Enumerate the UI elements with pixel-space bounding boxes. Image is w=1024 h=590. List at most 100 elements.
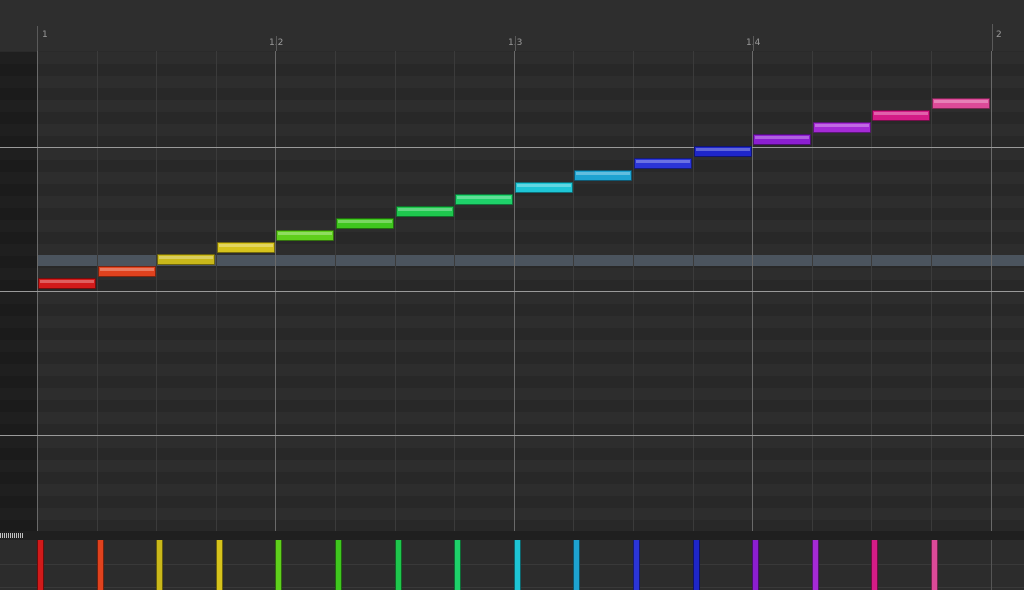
velocity-lane[interactable]	[0, 540, 1024, 590]
pitch-row[interactable]	[37, 304, 1024, 316]
pitch-row[interactable]	[37, 52, 1024, 64]
pitch-row[interactable]	[37, 520, 1024, 531]
pitch-row[interactable]	[37, 76, 1024, 88]
piano-key[interactable]	[0, 52, 37, 64]
velocity-bar[interactable]	[812, 540, 819, 590]
piano-key[interactable]	[0, 196, 37, 208]
midi-note[interactable]	[515, 182, 573, 193]
velocity-bar[interactable]	[395, 540, 402, 590]
piano-key[interactable]	[0, 292, 37, 304]
pitch-row[interactable]	[37, 436, 1024, 448]
pitch-row[interactable]	[37, 388, 1024, 400]
piano-key[interactable]	[0, 64, 37, 76]
piano-key[interactable]	[0, 244, 37, 256]
pitch-row[interactable]	[37, 460, 1024, 472]
pitch-row[interactable]	[37, 508, 1024, 520]
pitch-row[interactable]	[37, 400, 1024, 412]
pitch-row[interactable]	[37, 88, 1024, 100]
midi-note[interactable]	[634, 158, 692, 169]
pitch-row[interactable]	[37, 148, 1024, 160]
piano-key[interactable]	[0, 184, 37, 196]
velocity-bar[interactable]	[514, 540, 521, 590]
piano-key[interactable]	[0, 220, 37, 232]
velocity-bar[interactable]	[454, 540, 461, 590]
piano-key[interactable]	[0, 484, 37, 496]
velocity-bar[interactable]	[633, 540, 640, 590]
velocity-bar[interactable]	[275, 540, 282, 590]
midi-note[interactable]	[455, 194, 513, 205]
piano-key[interactable]	[0, 76, 37, 88]
pitch-row[interactable]	[37, 160, 1024, 172]
piano-key[interactable]	[0, 412, 37, 424]
piano-key[interactable]	[0, 328, 37, 340]
piano-key[interactable]	[0, 460, 37, 472]
resize-grip-icon[interactable]	[0, 533, 23, 538]
pitch-row[interactable]	[37, 316, 1024, 328]
pitch-row[interactable]	[37, 328, 1024, 340]
velocity-bar[interactable]	[931, 540, 938, 590]
piano-key[interactable]	[0, 364, 37, 376]
piano-key[interactable]	[0, 232, 37, 244]
pitch-row[interactable]	[37, 292, 1024, 304]
piano-key[interactable]	[0, 112, 37, 124]
midi-note[interactable]	[157, 254, 215, 265]
piano-key[interactable]	[0, 352, 37, 364]
pitch-row[interactable]	[37, 496, 1024, 508]
pitch-row[interactable]	[37, 220, 1024, 232]
midi-note[interactable]	[276, 230, 334, 241]
midi-note[interactable]	[574, 170, 632, 181]
piano-key[interactable]	[0, 340, 37, 352]
pitch-row[interactable]	[37, 364, 1024, 376]
piano-key[interactable]	[0, 448, 37, 460]
velocity-bar[interactable]	[335, 540, 342, 590]
piano-key[interactable]	[0, 508, 37, 520]
midi-note[interactable]	[217, 242, 275, 253]
pitch-row[interactable]	[37, 448, 1024, 460]
midi-note[interactable]	[38, 278, 96, 289]
lane-divider[interactable]	[0, 531, 1024, 540]
piano-key[interactable]	[0, 472, 37, 484]
pitch-row[interactable]	[37, 340, 1024, 352]
velocity-bar[interactable]	[693, 540, 700, 590]
midi-note[interactable]	[694, 146, 752, 157]
velocity-bar[interactable]	[156, 540, 163, 590]
velocity-bar[interactable]	[871, 540, 878, 590]
pitch-row[interactable]	[37, 472, 1024, 484]
piano-key[interactable]	[0, 268, 37, 280]
midi-note[interactable]	[872, 110, 930, 121]
midi-note[interactable]	[396, 206, 454, 217]
pitch-row[interactable]	[37, 268, 1024, 280]
midi-note[interactable]	[98, 266, 156, 277]
velocity-bar[interactable]	[97, 540, 104, 590]
piano-key[interactable]	[0, 208, 37, 220]
piano-key[interactable]	[0, 316, 37, 328]
pitch-row[interactable]	[37, 196, 1024, 208]
piano-key[interactable]	[0, 520, 37, 531]
velocity-bar[interactable]	[752, 540, 759, 590]
piano-key[interactable]	[0, 436, 37, 448]
piano-key[interactable]	[0, 400, 37, 412]
velocity-bar[interactable]	[37, 540, 44, 590]
piano-key[interactable]	[0, 172, 37, 184]
pitch-row[interactable]	[37, 64, 1024, 76]
midi-note[interactable]	[932, 98, 990, 109]
pitch-row[interactable]	[37, 352, 1024, 364]
piano-key[interactable]	[0, 388, 37, 400]
piano-key[interactable]	[0, 124, 37, 136]
pitch-row[interactable]	[37, 484, 1024, 496]
piano-key[interactable]	[0, 100, 37, 112]
piano-key[interactable]	[0, 256, 37, 268]
midi-note[interactable]	[813, 122, 871, 133]
pitch-row[interactable]	[37, 376, 1024, 388]
pitch-row[interactable]	[37, 208, 1024, 220]
piano-key[interactable]	[0, 160, 37, 172]
pitch-row[interactable]	[37, 412, 1024, 424]
piano-key[interactable]	[0, 88, 37, 100]
piano-roll-grid[interactable]	[0, 51, 1024, 531]
velocity-bar[interactable]	[573, 540, 580, 590]
midi-note[interactable]	[753, 134, 811, 145]
piano-key[interactable]	[0, 496, 37, 508]
velocity-bar[interactable]	[216, 540, 223, 590]
timeline-ruler[interactable]: 11.21.31.42	[0, 0, 1024, 51]
pitch-row[interactable]	[37, 232, 1024, 244]
